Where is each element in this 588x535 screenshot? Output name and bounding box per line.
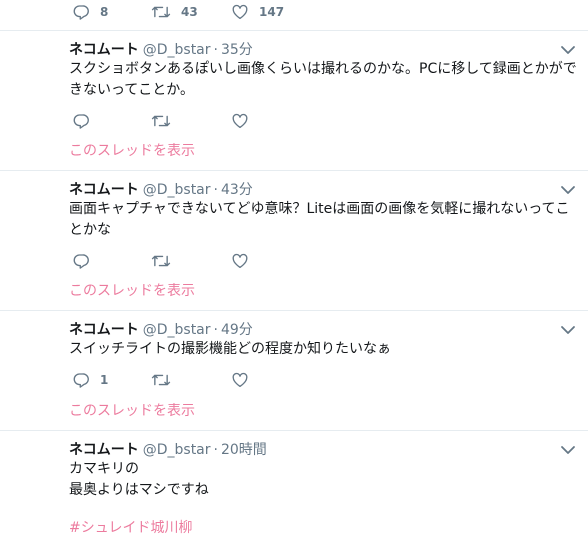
retweet-icon <box>151 115 171 127</box>
tweet-text: 画面キャプチャできないてどゆ意味？Liteは画面の画像を気軽に撮れないってことか… <box>69 201 570 238</box>
separator: · <box>213 42 218 58</box>
retweet-icon <box>151 6 171 18</box>
tweet-text: スイッチライトの撮影機能どの程度か知りたいなぁ <box>69 341 391 357</box>
show-thread-link[interactable]: このスレッドを表示 <box>69 142 195 160</box>
author-handle[interactable]: @D_bstar <box>143 442 211 458</box>
chevron-down-icon[interactable] <box>560 183 576 197</box>
tweet-header: ネコムート @D_bstar · 43分 <box>69 181 253 199</box>
retweet-button[interactable] <box>151 111 171 131</box>
retweet-icon <box>151 255 171 267</box>
tweet-header: ネコムート @D_bstar · 35分 <box>69 41 253 59</box>
previous-tweet-actions: 8 43 147 <box>0 0 588 31</box>
like-icon <box>232 113 248 129</box>
tweet-text: カマキリの 最奥よりはマシですね <box>69 461 209 498</box>
reply-count: 8 <box>100 5 109 19</box>
reply-button[interactable]: 1 <box>72 370 108 390</box>
hashtag-link[interactable]: #シュレイド城川柳 <box>69 519 192 535</box>
reply-button[interactable] <box>72 111 100 131</box>
retweet-button[interactable] <box>151 251 171 271</box>
like-icon <box>232 372 248 388</box>
tweet[interactable]: ネコムート @D_bstar · 49分 スイッチライトの撮影機能どの程度か知りたいな… <box>0 311 588 431</box>
reply-icon <box>73 114 89 129</box>
retweet-icon <box>151 374 171 386</box>
author-name[interactable]: ネコムート <box>69 322 139 338</box>
tweet-header: ネコムート @D_bstar · 49分 <box>69 321 253 339</box>
like-button[interactable] <box>231 370 249 390</box>
like-icon <box>232 253 248 269</box>
author-name[interactable]: ネコムート <box>69 182 139 198</box>
reply-count: 1 <box>100 373 109 387</box>
chevron-down-icon[interactable] <box>560 323 576 337</box>
retweet-count: 43 <box>181 5 198 19</box>
separator: · <box>213 322 218 338</box>
timestamp[interactable]: 20時間 <box>221 442 267 458</box>
chevron-down-icon[interactable] <box>560 43 576 57</box>
author-handle[interactable]: @D_bstar <box>143 322 211 338</box>
tweet-header: ネコムート @D_bstar · 20時間 <box>69 441 267 459</box>
tweet[interactable]: ネコムート @D_bstar · 43分 画面キャプチャできないてどゆ意味？Liteは… <box>0 171 588 311</box>
reply-button[interactable] <box>72 251 100 271</box>
chevron-down-icon[interactable] <box>560 443 576 457</box>
show-thread-link[interactable]: このスレッドを表示 <box>69 282 195 300</box>
separator: · <box>213 182 218 198</box>
author-handle[interactable]: @D_bstar <box>143 182 211 198</box>
tweet[interactable]: ネコムート @D_bstar · 35分 スクショボタンあるぽいし画像くらいは撮れるの… <box>0 31 588 171</box>
show-thread-link[interactable]: このスレッドを表示 <box>69 402 195 420</box>
separator: · <box>213 442 218 458</box>
reply-icon <box>73 5 89 20</box>
timestamp[interactable]: 43分 <box>221 182 253 198</box>
like-icon <box>232 4 248 20</box>
like-button[interactable] <box>231 111 249 131</box>
timestamp[interactable]: 49分 <box>221 322 253 338</box>
author-name[interactable]: ネコムート <box>69 442 139 458</box>
retweet-button[interactable]: 43 <box>151 2 198 22</box>
like-button[interactable] <box>231 251 249 271</box>
reply-icon <box>73 254 89 269</box>
reply-icon <box>73 373 89 388</box>
like-count: 147 <box>259 5 285 19</box>
like-button[interactable]: 147 <box>231 2 284 22</box>
tweet-text: スクショボタンあるぽいし画像くらいは撮れるのかな。PCに移して録画とかができない… <box>69 61 577 98</box>
tweet[interactable]: ネコムート @D_bstar · 20時間 カマキリの 最奥よりはマシですね #シュレ… <box>0 431 588 535</box>
timestamp[interactable]: 35分 <box>221 42 253 58</box>
retweet-button[interactable] <box>151 370 171 390</box>
author-handle[interactable]: @D_bstar <box>143 42 211 58</box>
author-name[interactable]: ネコムート <box>69 42 139 58</box>
reply-button[interactable]: 8 <box>72 2 108 22</box>
